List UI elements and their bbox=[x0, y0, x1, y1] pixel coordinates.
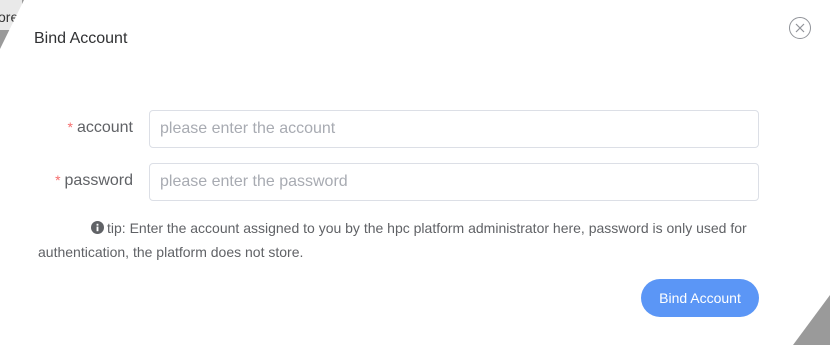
password-label-text: password bbox=[64, 172, 133, 189]
tip-text: tip: Enter the account assigned to you b… bbox=[38, 216, 758, 264]
required-asterisk: * bbox=[67, 119, 73, 135]
bind-account-dialog: Bind Account *account *password tip: Ent… bbox=[0, 0, 830, 345]
required-asterisk: * bbox=[55, 172, 61, 188]
account-form-item: * account bbox=[0, 110, 830, 148]
close-icon bbox=[795, 23, 805, 33]
tip-message: tip: Enter the account assigned to you b… bbox=[38, 220, 747, 260]
account-input[interactable] bbox=[149, 110, 759, 148]
info-circle-icon bbox=[91, 221, 104, 234]
account-label: * account bbox=[68, 119, 134, 137]
bind-account-button[interactable]: Bind Account bbox=[641, 279, 759, 317]
dialog-title: Bind Account bbox=[34, 30, 128, 47]
password-input[interactable] bbox=[149, 163, 759, 201]
close-button[interactable] bbox=[789, 17, 811, 39]
password-label: * password bbox=[55, 172, 133, 190]
account-label-text: account bbox=[76, 119, 133, 136]
password-form-item: * password bbox=[0, 163, 830, 201]
